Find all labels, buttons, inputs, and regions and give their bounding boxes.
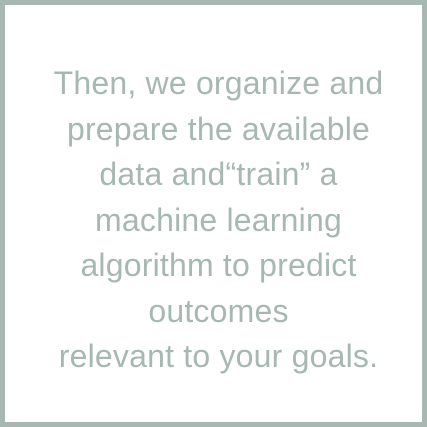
- message-line-4: machine learning: [95, 201, 342, 238]
- message-text: Then, we organize and prepare the availa…: [10, 61, 427, 380]
- message-line-1: Then, we organize and: [53, 65, 384, 101]
- message-line-3: data and“train” a: [99, 156, 338, 192]
- bordered-card: Then, we organize and prepare the availa…: [0, 0, 427, 427]
- message-line-2: prepare the available: [66, 110, 371, 147]
- message-line-6: outcomes: [148, 292, 289, 329]
- message-line-7: relevant to your goals.: [58, 338, 379, 374]
- message-line-5: algorithm to predict: [80, 247, 357, 283]
